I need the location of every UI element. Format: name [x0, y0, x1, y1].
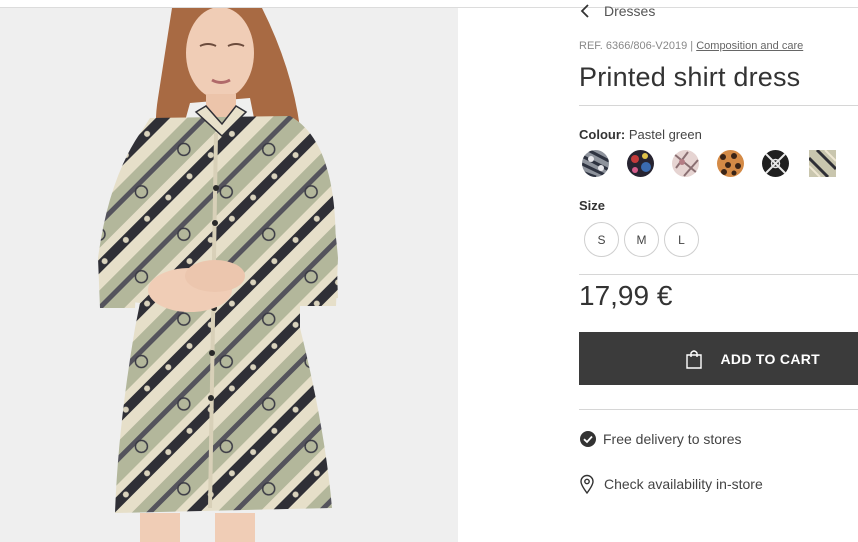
add-to-cart-button[interactable]: ADD TO CART [579, 332, 858, 385]
swatch-pastel-green-icon [809, 150, 836, 177]
product-price: 17,99 € [579, 280, 673, 311]
swatch-leopard-icon [717, 150, 744, 177]
breadcrumb-label: Dresses [604, 3, 656, 19]
free-delivery-row: Free delivery to stores [579, 430, 742, 448]
product-detail-panel: Dresses REF. 6366/806-V2019 | Compositio… [579, 0, 858, 542]
size-heading: Size [579, 198, 606, 213]
shopping-bag-icon [685, 349, 702, 369]
reference-code: REF. 6366/806-V2019 | [579, 40, 697, 52]
swatch-floral-dark[interactable] [627, 150, 654, 177]
check-circle-icon [580, 431, 596, 447]
swatch-floral-dark-icon [627, 150, 654, 177]
divider [579, 105, 858, 106]
check-availability-link[interactable]: Check availability in-store [579, 474, 763, 494]
swatch-grey-print[interactable] [582, 150, 609, 177]
swatch-pastel-green-selected[interactable] [809, 150, 836, 177]
divider [579, 409, 858, 410]
add-to-cart-label: ADD TO CART [720, 350, 820, 367]
swatch-pink-print-icon [672, 150, 699, 177]
product-title: Printed shirt dress [579, 62, 801, 92]
divider [579, 274, 858, 275]
model-wearing-dress-illustration [98, 8, 338, 542]
swatch-grey-print-icon [582, 150, 609, 177]
swatch-black-white-print-icon [762, 150, 789, 177]
size-option-l[interactable]: L [664, 222, 699, 257]
free-delivery-text: Free delivery to stores [603, 431, 742, 447]
check-availability-text: Check availability in-store [604, 476, 763, 492]
colour-heading: Colour: [579, 127, 626, 142]
reference-line: REF. 6366/806-V2019 | Composition and ca… [579, 40, 803, 52]
location-pin-icon [580, 474, 594, 494]
size-option-m[interactable]: M [624, 222, 659, 257]
composition-care-link[interactable]: Composition and care [696, 40, 803, 52]
swatch-leopard[interactable] [717, 150, 744, 177]
swatch-black-white-print[interactable] [762, 150, 789, 177]
chevron-left-icon [580, 4, 589, 18]
breadcrumb-back[interactable]: Dresses [579, 2, 655, 20]
swatch-pink-print[interactable] [672, 150, 699, 177]
size-option-s[interactable]: S [584, 222, 619, 257]
colour-label: Colour: Pastel green [579, 127, 702, 142]
colour-value: Pastel green [625, 127, 702, 142]
product-image[interactable] [0, 8, 458, 542]
